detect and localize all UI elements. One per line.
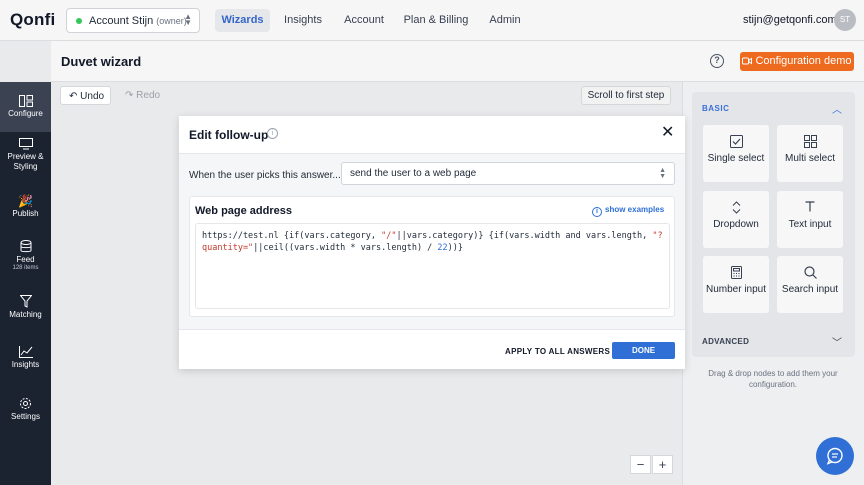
node-number-input[interactable]: Number input [703, 256, 769, 313]
zoom-in-button[interactable]: + [652, 455, 673, 474]
sidebar-item-settings[interactable]: Settings [0, 397, 51, 429]
done-button[interactable]: DONE [612, 342, 675, 359]
drag-drop-hint: Drag & drop nodes to add them your confi… [708, 369, 838, 389]
redo-button[interactable]: ↷ Redo [117, 86, 167, 105]
node-single-select[interactable]: Single select [703, 125, 769, 182]
sidebar-item-label: Matching [9, 310, 42, 319]
sidebar-item-label: Publish [12, 209, 39, 218]
page-title: Duvet wizard [61, 54, 142, 69]
demo-label: Configuration demo [755, 55, 852, 67]
gear-icon [20, 398, 31, 409]
code-text: ))} [447, 243, 464, 253]
undo-button[interactable]: ↶ Undo [60, 86, 111, 105]
sidebar-item-publish[interactable]: 🎉 Publish [0, 194, 51, 226]
user-email[interactable]: stijn@getqonfi.com [743, 14, 837, 26]
sidebar: Configure Preview & Styling 🎉 Publish Fe… [0, 82, 51, 485]
undo-label: Undo [80, 91, 105, 102]
monitor-icon [18, 138, 33, 150]
configure-icon [18, 95, 33, 107]
zoom-out-button[interactable]: − [630, 455, 651, 474]
sidebar-item-insights[interactable]: Insights [0, 346, 51, 378]
funnel-icon [19, 295, 32, 308]
video-icon [742, 57, 753, 65]
tile-label: Search input [781, 284, 839, 295]
chevron-down-icon[interactable]: ﹀ [832, 334, 842, 349]
chevron-updown-icon: ▲ ▼ [659, 167, 666, 180]
undo-icon: ↶ [69, 91, 81, 102]
code-text: ||vars.category)} {if(vars.width and var… [396, 231, 653, 241]
node-search-input[interactable]: Search input [777, 256, 843, 313]
tile-label: Text input [788, 219, 832, 230]
tile-label: Multi select [784, 153, 835, 164]
dialog-title: Edit follow-up [189, 128, 269, 142]
sidebar-item-feed[interactable]: Feed 128 items [0, 240, 51, 280]
tile-label: Number input [705, 284, 767, 295]
account-role: (owner) [156, 15, 187, 26]
grid-icon [803, 135, 817, 148]
sidebar-item-configure[interactable]: Configure [0, 82, 51, 132]
answer-action-value: send the user to a web page [350, 168, 477, 179]
sidebar-item-preview-styling[interactable]: Preview & Styling [0, 138, 51, 182]
redo-label: Redo [136, 90, 161, 101]
apply-to-all-answers-button[interactable]: APPLY TO ALL ANSWERS [505, 347, 610, 356]
chevron-updown-icon [732, 201, 740, 214]
answer-action-label: When the user picks this answer... [189, 170, 341, 181]
node-text-input[interactable]: Text input [777, 191, 843, 248]
close-icon[interactable]: ✕ [661, 125, 674, 141]
chat-button[interactable] [816, 437, 854, 475]
chevron-updown-icon: ▲ ▼ [184, 12, 192, 27]
calculator-icon [730, 266, 742, 279]
chevron-up-icon[interactable]: ︿ [832, 101, 842, 116]
status-dot [76, 17, 82, 24]
text-t-icon [805, 201, 815, 212]
node-dropdown[interactable]: Dropdown [703, 191, 769, 248]
checkbox-icon [729, 135, 743, 148]
info-icon: i [592, 207, 602, 217]
scroll-to-first-step-button[interactable]: Scroll to first step [581, 86, 671, 105]
account-switcher[interactable]: Account Stijn (owner) ▲ ▼ [66, 8, 200, 33]
code-text: ||ceil((vars.width * vars.length) / [253, 243, 438, 253]
web-page-address-card: Web page address i show examples https://… [189, 196, 675, 317]
code-text: https://test.nl {if(vars.category, [202, 231, 382, 241]
help-icon[interactable]: ? [710, 54, 724, 68]
sidebar-item-label: Preview & Styling [7, 152, 44, 171]
tab-wizards[interactable]: Wizards [215, 9, 270, 32]
search-icon [803, 266, 817, 279]
code-number: 22 [437, 243, 448, 253]
answer-action-select[interactable]: send the user to a web page ▲ ▼ [341, 162, 675, 185]
code-string: "/" [381, 231, 397, 241]
tab-admin[interactable]: Admin [484, 9, 526, 32]
app-logo[interactable]: Qonfi [10, 10, 55, 30]
avatar[interactable]: ST [834, 9, 856, 31]
configuration-demo-button[interactable]: Configuration demo [740, 52, 854, 71]
sidebar-item-label: Insights [11, 360, 40, 369]
show-examples-link[interactable]: i show examples [592, 205, 664, 217]
sidebar-item-label: Feed [16, 255, 35, 264]
tab-plan-billing[interactable]: Plan & Billing [400, 9, 472, 32]
top-nav-bar: Qonfi Account Stijn (owner) ▲ ▼ Wizards I… [0, 0, 864, 41]
tile-label: Single select [707, 153, 765, 164]
show-examples-label: show examples [605, 205, 665, 214]
redo-icon: ↷ [125, 90, 137, 101]
address-title: Web page address [195, 205, 292, 217]
edit-follow-up-dialog: Edit follow-up i ✕ When the user picks t… [179, 116, 685, 369]
tile-label: Dropdown [713, 219, 759, 230]
node-multi-select[interactable]: Multi select [777, 125, 843, 182]
tab-account[interactable]: Account [339, 9, 389, 32]
info-icon[interactable]: i [267, 128, 278, 139]
chart-line-icon [18, 346, 33, 358]
url-expression-editor[interactable]: https://test.nl {if(vars.category, "/"||… [195, 223, 670, 309]
wizard-header: Duvet wizard ? Configuration demo [51, 41, 864, 82]
account-name: Account Stijn [89, 14, 154, 27]
party-popper-icon: 🎉 [18, 194, 33, 208]
tab-insights[interactable]: Insights [278, 9, 328, 32]
sidebar-item-label: Settings [11, 412, 40, 421]
feed-count: 128 items [12, 265, 39, 271]
sidebar-item-matching[interactable]: Matching [0, 295, 51, 327]
advanced-section-label[interactable]: ADVANCED [702, 337, 749, 346]
database-icon [20, 240, 31, 253]
chat-bubble-icon [826, 447, 843, 465]
sidebar-item-label: Configure [8, 109, 43, 118]
basic-section-label[interactable]: BASIC [702, 104, 729, 113]
